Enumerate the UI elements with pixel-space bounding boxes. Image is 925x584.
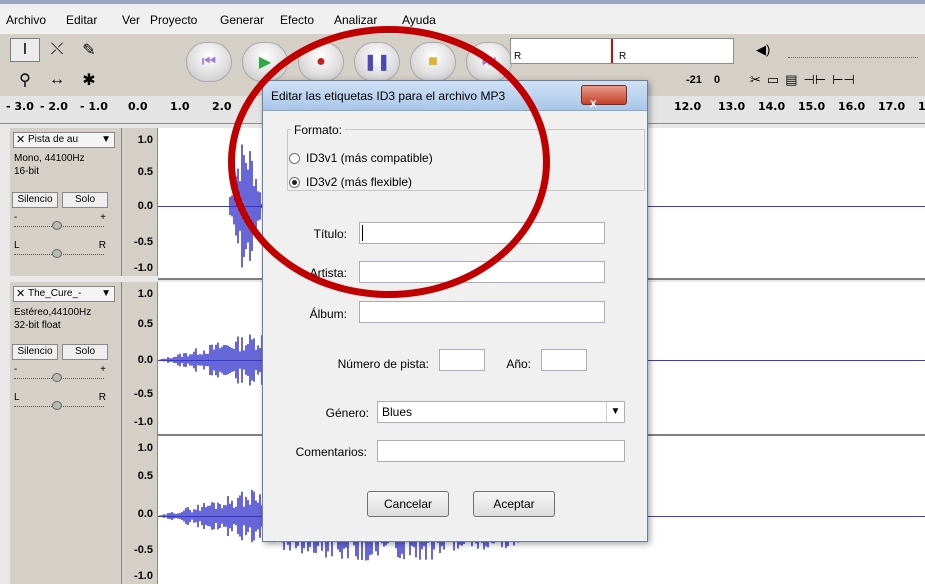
pan-slider-2[interactable]: L R	[14, 392, 108, 410]
edit-tools: ✂ ▭ ▤ ⊣⊢ ⊢⊣	[750, 72, 855, 88]
cancel-button[interactable]: Cancelar	[367, 491, 449, 517]
selection-tool-icon[interactable]: I	[10, 38, 40, 62]
comments-input[interactable]	[377, 440, 625, 462]
genre-select[interactable]: Blues ▼	[377, 401, 625, 423]
chevron-down-icon-select[interactable]: ▼	[606, 402, 624, 422]
tools-palette: I ⤬ ✎ ⚲ ↔ ✱	[10, 38, 110, 94]
album-label: Álbum:	[309, 307, 347, 321]
meter-peak-marker	[611, 39, 613, 63]
ruler-tick: - 3.0	[6, 100, 34, 113]
chevron-down-icon-2: ▼	[101, 288, 111, 299]
close-track-icon-2[interactable]: ✕	[16, 287, 25, 301]
track-format: Mono, 44100Hz	[14, 153, 85, 164]
timeshift-tool-icon[interactable]: ↔	[42, 68, 72, 92]
volume-slider[interactable]	[788, 44, 918, 58]
paste-icon[interactable]: ▤	[785, 72, 797, 88]
chevron-down-icon: ▼	[101, 134, 111, 145]
genre-value: Blues	[382, 405, 413, 419]
ruler-tick: 0.0	[128, 100, 148, 113]
ruler-tick: 17.0	[878, 100, 906, 113]
solo-button[interactable]: Solo	[62, 192, 108, 208]
track-1-scale: 1.0 0.5 0.0 -0.5 -1.0	[122, 128, 158, 276]
ruler-tick: 13.0	[718, 100, 746, 113]
meter-r-label: R	[514, 51, 522, 62]
track-control-panel: ✕ Pista de au ▼ Mono, 44100Hz 16-bit Sil…	[10, 128, 122, 276]
envelope-tool-icon[interactable]: ⤬	[42, 38, 72, 62]
menu-efecto[interactable]: Efecto	[280, 13, 314, 27]
ruler-tick: - 1.0	[80, 100, 108, 113]
menu-ver[interactable]: Ver	[122, 13, 140, 27]
playback-meter: R R	[510, 38, 734, 64]
track-bitdepth-2: 32-bit float	[14, 320, 61, 331]
solo-button-2[interactable]: Solo	[62, 344, 108, 360]
ruler-tick: 16.0	[838, 100, 866, 113]
draw-tool-icon[interactable]: ✎	[74, 38, 104, 62]
close-icon: x	[590, 96, 597, 110]
multi-tool-icon[interactable]: ✱	[74, 68, 104, 92]
meter-r-label-2: R	[619, 51, 627, 62]
menu-bar: Archivo Editar Ver Proyecto Generar Efec…	[0, 4, 925, 34]
track-number-label: Número de pista:	[337, 357, 429, 371]
track-bitdepth: 16-bit	[14, 166, 40, 177]
ruler-tick: 2.0	[212, 100, 232, 113]
track-2-scale: 1.0 0.5 0.0 -0.5 -1.0 1.0 0.5 0.0 -0.5 -…	[122, 282, 158, 584]
ruler-tick: 12.0	[674, 100, 702, 113]
accept-button[interactable]: Aceptar	[473, 491, 555, 517]
album-input[interactable]	[359, 301, 605, 323]
gain-slider-2[interactable]: - +	[14, 364, 108, 382]
meter-scale-minus21: -21	[686, 74, 702, 86]
track-name-menu[interactable]: ✕ Pista de au ▼	[13, 132, 115, 148]
ruler-tick: 14.0	[758, 100, 786, 113]
cut-icon[interactable]: ✂	[750, 72, 761, 88]
trim-icon[interactable]: ⊣⊢	[804, 72, 827, 88]
copy-icon[interactable]: ▭	[767, 72, 779, 88]
gain-slider[interactable]: - +	[14, 212, 108, 230]
ruler-tick: - 2.0	[40, 100, 68, 113]
track-format-2: Estéreo,44100Hz	[14, 307, 92, 318]
genre-label: Género:	[325, 406, 369, 420]
menu-editar[interactable]: Editar	[66, 13, 97, 27]
track-number-input[interactable]	[439, 349, 485, 371]
ruler-tick: 1	[918, 100, 925, 113]
menu-archivo[interactable]: Archivo	[6, 13, 46, 27]
zoom-tool-icon[interactable]: ⚲	[10, 68, 40, 92]
menu-ayuda[interactable]: Ayuda	[402, 13, 436, 27]
track-name-menu-2[interactable]: ✕ The_Cure_- ▼	[13, 286, 115, 302]
menu-generar[interactable]: Generar	[220, 13, 264, 27]
close-track-icon[interactable]: ✕	[16, 133, 25, 147]
track-name-label: Pista de au	[28, 134, 79, 145]
year-input[interactable]	[541, 349, 587, 371]
menu-proyecto[interactable]: Proyecto	[150, 13, 197, 27]
skip-start-button[interactable]: ⏮	[186, 42, 232, 82]
menu-analizar[interactable]: Analizar	[334, 13, 377, 27]
comments-label: Comentarios:	[295, 445, 367, 459]
meter-scale-zero: 0	[714, 74, 721, 86]
track-info: Mono, 44100Hz 16-bit	[14, 152, 85, 178]
track-control-panel-2: ✕ The_Cure_- ▼ Estéreo,44100Hz 32-bit fl…	[10, 282, 122, 584]
mute-button-2[interactable]: Silencio	[12, 344, 58, 360]
silence-icon[interactable]: ⊢⊣	[832, 72, 855, 88]
track-info-2: Estéreo,44100Hz 32-bit float	[14, 306, 91, 332]
ruler-tick: 1.0	[170, 100, 190, 113]
close-button[interactable]: x	[581, 85, 627, 110]
highlight-ellipse	[228, 26, 550, 298]
ruler-tick: 15.0	[798, 100, 826, 113]
pan-slider[interactable]: L R	[14, 240, 108, 258]
year-label: Año:	[506, 357, 531, 371]
mute-button[interactable]: Silencio	[12, 192, 58, 208]
track-name-label-2: The_Cure_-	[28, 288, 82, 299]
volume-icon: ◀)	[756, 42, 771, 57]
